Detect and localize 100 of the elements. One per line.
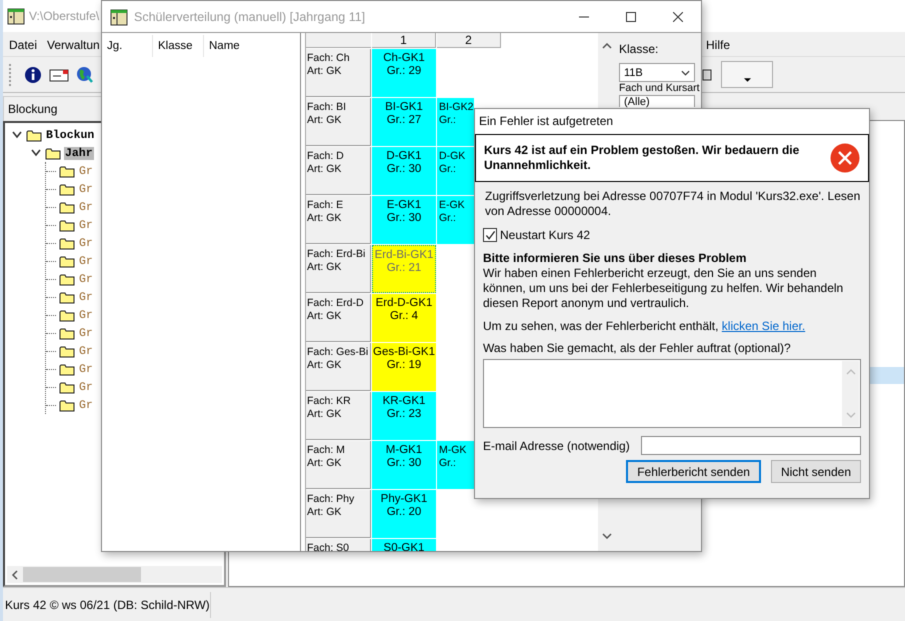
course-name: D-GK	[439, 150, 466, 163]
folder-icon	[26, 128, 42, 142]
email-label: E-mail Adresse (notwendig)	[483, 438, 630, 452]
course-name: D-GK1	[386, 150, 422, 163]
column-header[interactable]: Name	[204, 35, 254, 57]
subject-dropdown[interactable]: (Alle)	[619, 95, 695, 107]
course-cell[interactable]: M-GK Gr.:	[437, 441, 474, 489]
type-label: Art: GK	[307, 310, 342, 323]
course-cell[interactable]: D-GK Gr.:	[437, 147, 474, 195]
details-link[interactable]: klicken Sie hier.	[722, 319, 806, 333]
group-size: Gr.: 30	[386, 212, 422, 225]
group-size: Gr.: 21	[386, 262, 422, 275]
course-cell[interactable]: Ch-GK1 Gr.: 29	[372, 49, 436, 97]
subject-label: Fach: D	[307, 150, 345, 163]
status-text: Kurs 42 © ws 06/21 (DB: Schild-NRW)	[4, 598, 210, 612]
info-icon[interactable]	[24, 66, 42, 84]
group-size: Gr.: 30	[386, 163, 422, 176]
app-icon	[7, 7, 25, 25]
tree-item[interactable]: Gr	[78, 344, 94, 358]
checkbox-label: Neustart Kurs 42	[500, 228, 590, 242]
tree-item[interactable]: Gr	[78, 164, 94, 178]
column-header[interactable]: 1	[372, 33, 436, 48]
type-label: Art: GK	[307, 65, 342, 78]
tree-item[interactable]: Gr	[78, 236, 94, 250]
tree-item[interactable]: Blockun	[45, 128, 96, 142]
group-size: Gr.:	[439, 212, 456, 225]
folder-icon	[59, 236, 75, 250]
app-icon	[110, 8, 128, 26]
course-cell[interactable]: BI-GK2 Gr.:	[437, 98, 474, 146]
course-cell[interactable]: Ges-Bi-GK1 Gr.: 19	[372, 343, 436, 391]
group-size: Gr.: 4	[390, 310, 418, 323]
column-header[interactable]: Klasse	[153, 35, 204, 57]
class-dropdown[interactable]: 11B	[619, 63, 695, 82]
type-label: Art: GK	[307, 114, 342, 127]
course-name: KR-GK1	[382, 395, 426, 408]
caret-icon	[744, 78, 750, 82]
course-name: Ch-GK1	[383, 52, 425, 65]
column-header[interactable]: Jg.	[102, 35, 153, 57]
tree-item[interactable]: Gr	[78, 290, 94, 304]
course-cell[interactable]: KR-GK1 Gr.: 23	[372, 392, 436, 440]
toolbar-icon[interactable]	[701, 68, 713, 82]
dialog-button[interactable]: Nicht senden	[770, 460, 861, 483]
email-field[interactable]	[641, 436, 861, 455]
type-label: Art: GK	[307, 506, 342, 519]
scroll-up-icon[interactable]	[602, 43, 612, 49]
menu-item[interactable]: Hilfe	[706, 38, 730, 52]
checkbox[interactable]	[483, 228, 497, 242]
course-cell[interactable]: E-GK1 Gr.: 30	[372, 196, 436, 244]
envelope-icon[interactable]	[49, 68, 69, 82]
error-icon	[830, 143, 860, 173]
dialog-button[interactable]: Fehlerbericht senden	[626, 460, 761, 483]
maximize-icon	[626, 12, 636, 22]
course-cell[interactable]: Erd-D-GK1 Gr.: 4	[372, 294, 436, 342]
folder-icon	[59, 164, 75, 178]
group-size: Gr.: 20	[386, 506, 422, 519]
tree-item[interactable]: Gr	[78, 272, 94, 286]
folder-icon	[59, 326, 75, 340]
folder-icon	[59, 308, 75, 322]
type-label: Art: GK	[307, 163, 342, 176]
details-text: Um zu sehen, was der Fehlerbericht enthält,	[483, 319, 718, 333]
globe-icon[interactable]	[76, 66, 94, 84]
type-label: Art: GK	[307, 212, 342, 225]
course-cell[interactable]: BI-GK1 Gr.: 27	[372, 98, 436, 146]
type-label: Art: GK	[307, 359, 342, 372]
tree-item[interactable]: Gr	[78, 254, 94, 268]
group-size: Gr.:	[439, 114, 456, 127]
tree-item[interactable]: Gr	[78, 218, 94, 232]
comment-field[interactable]	[483, 359, 861, 428]
expand-chevron-icon[interactable]	[31, 149, 41, 157]
menu-item[interactable]: Datei	[9, 38, 38, 52]
tree-item[interactable]: Jahr	[64, 146, 94, 160]
group-size: Gr.: 30	[386, 457, 422, 470]
tree-item[interactable]: Gr	[78, 182, 94, 196]
course-cell[interactable]: S0-GK1	[372, 539, 436, 551]
expand-chevron-icon[interactable]	[12, 131, 22, 139]
course-cell[interactable]: Erd-Bi-GK1 Gr.: 21	[372, 245, 436, 293]
tree-item[interactable]: Gr	[78, 380, 94, 394]
course-cell[interactable]: M-GK1 Gr.: 30	[372, 441, 436, 489]
tree-item[interactable]: Gr	[78, 398, 94, 412]
course-cell[interactable]: E-GK Gr.:	[437, 196, 474, 244]
tree-item[interactable]: Gr	[78, 308, 94, 322]
course-name: Erd-D-GK1	[376, 297, 432, 310]
tree-item[interactable]: Gr	[78, 200, 94, 214]
subject-label: Fach: Ges-Bi	[307, 346, 370, 359]
scroll-down-icon[interactable]	[602, 533, 612, 539]
folder-icon	[59, 272, 75, 286]
course-name: E-GK1	[386, 199, 422, 212]
folder-icon	[59, 218, 75, 232]
column-header[interactable]: 2	[437, 33, 501, 48]
type-label: Art: GK	[307, 261, 342, 274]
subject-label: Fach: Erd-D	[307, 297, 365, 310]
tree-item[interactable]: Gr	[78, 326, 94, 340]
course-cell[interactable]: D-GK1 Gr.: 30	[372, 147, 436, 195]
folder-icon	[59, 254, 75, 268]
course-cell[interactable]: Phy-GK1 Gr.: 20	[372, 490, 436, 538]
subject-label: Fach: Ch	[307, 52, 351, 65]
menu-item[interactable]: Verwaltun	[47, 38, 100, 52]
tree-item[interactable]: Gr	[78, 362, 94, 376]
group-size: Gr.: 29	[386, 65, 422, 78]
horizontal-scrollbar[interactable]	[7, 566, 222, 583]
